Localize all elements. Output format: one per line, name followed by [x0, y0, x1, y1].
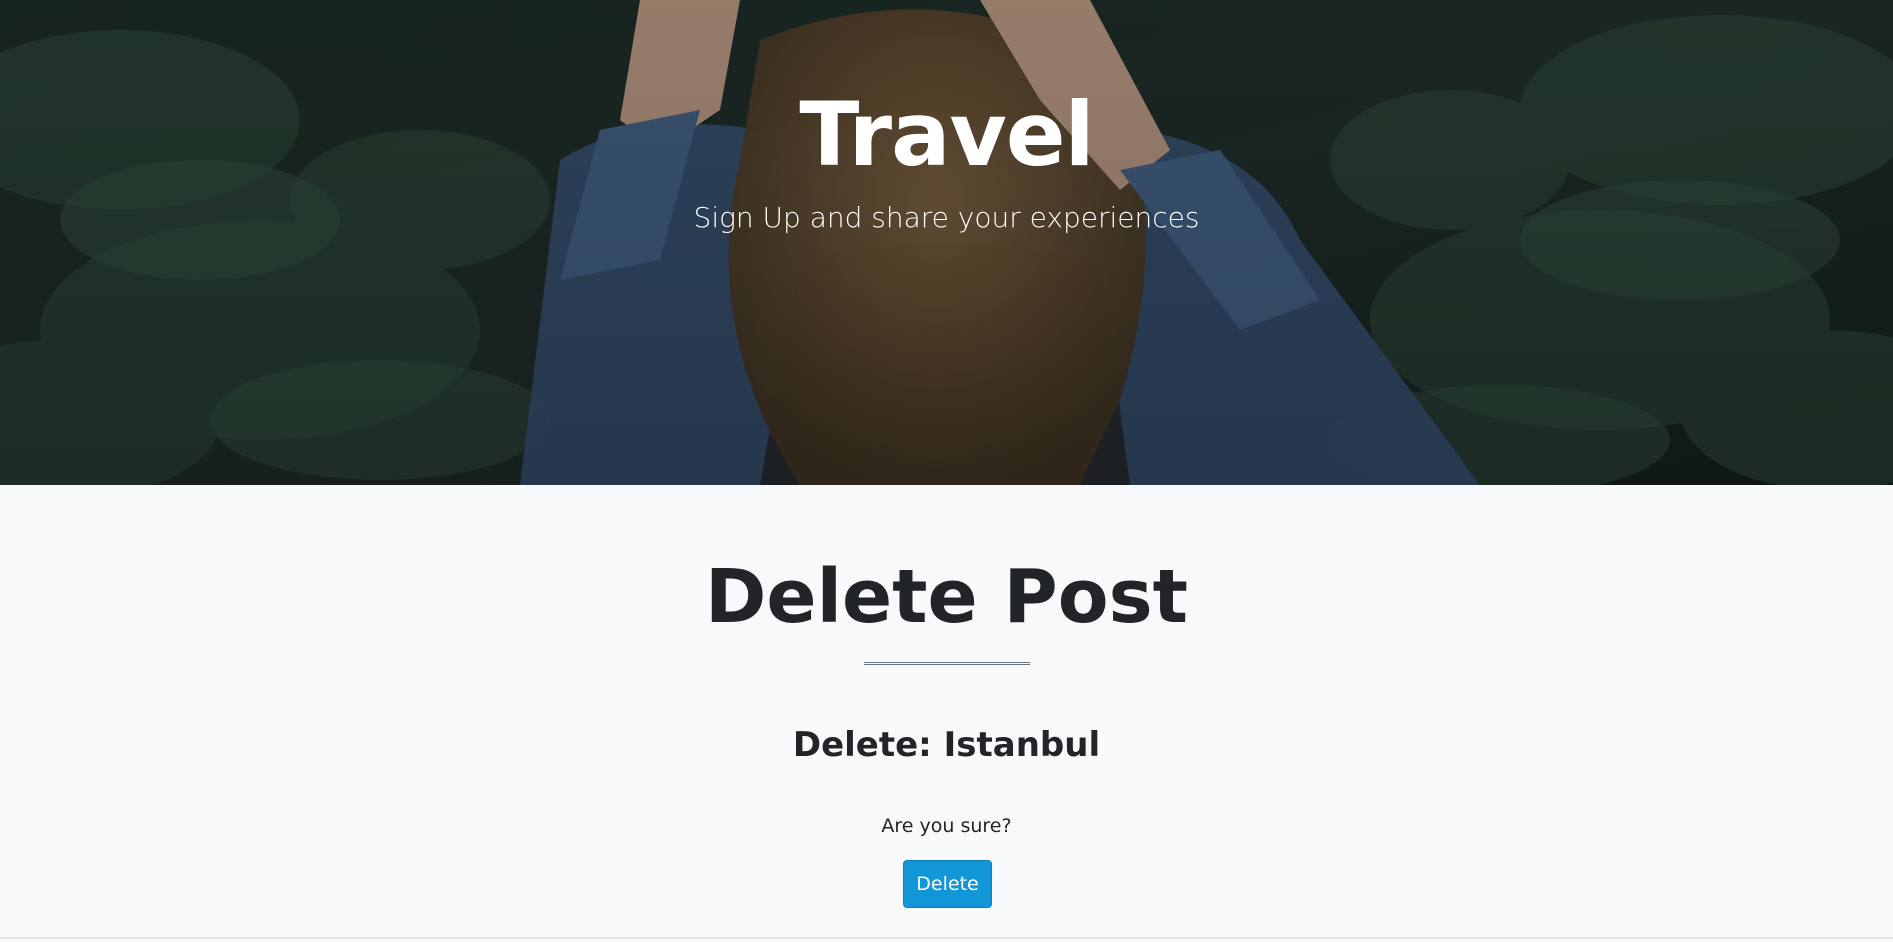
page-title: Delete Post: [705, 554, 1188, 640]
main-content: Delete Post Delete: Istanbul Are you sur…: [0, 485, 1893, 937]
bottom-divider: [0, 937, 1893, 939]
site-title: Travel: [799, 83, 1094, 186]
post-heading: Delete: Istanbul: [792, 725, 1101, 765]
delete-button[interactable]: Delete: [903, 860, 992, 908]
site-subtitle: Sign Up and share your experiences: [693, 201, 1200, 234]
title-divider: [864, 662, 1030, 665]
hero-background-image: [0, 0, 1893, 485]
hero-header: Travel Sign Up and share your experience…: [0, 0, 1893, 485]
confirm-text: Are you sure?: [881, 815, 1012, 837]
